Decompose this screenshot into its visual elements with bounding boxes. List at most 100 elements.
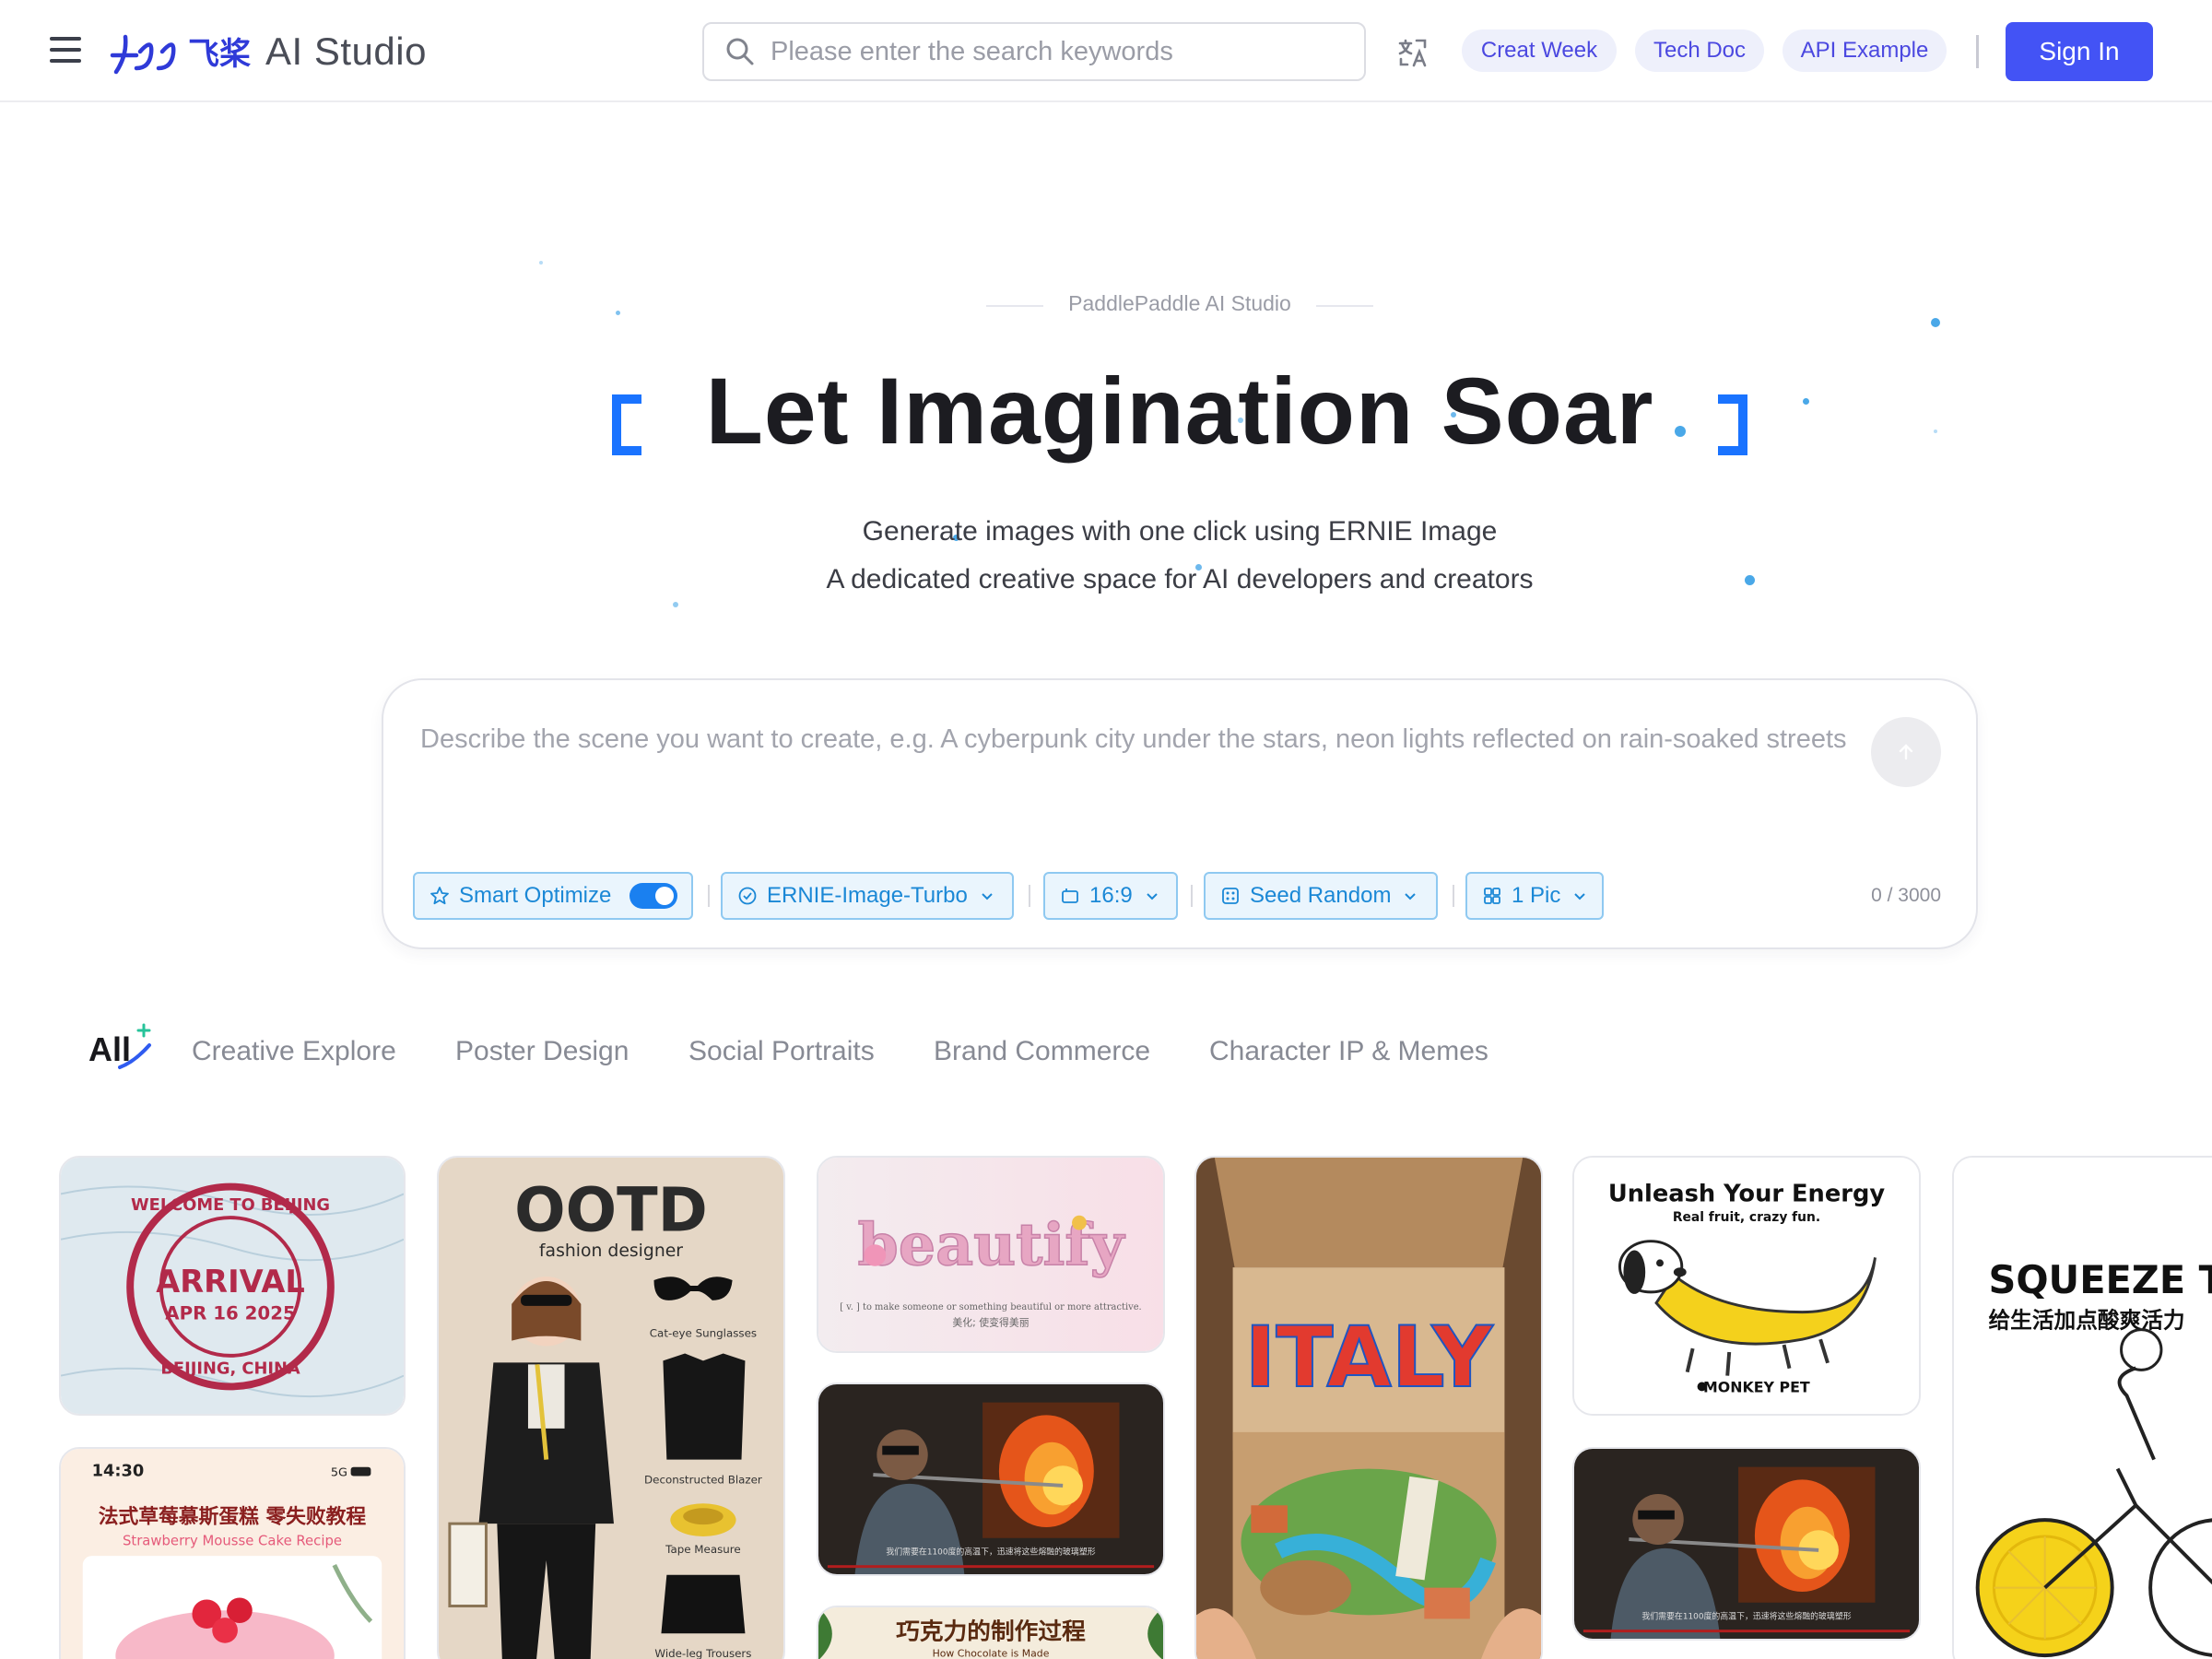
ootd-item-1: Cat-eye Sunglasses: [650, 1327, 757, 1340]
top-header: 飞桨 AI Studio Creat Week Tech Doc API Exa…: [0, 0, 2212, 102]
gallery-card-italy[interactable]: ITALY: [1194, 1156, 1543, 1659]
pic-count-value: 1 Pic: [1512, 883, 1561, 908]
recipe-image: 14:30 5G 法式草莓慕斯蛋糕 零失败教程 Strawberry Mouss…: [61, 1449, 404, 1659]
char-counter: 0 / 3000: [1871, 885, 1941, 906]
recipe-signal: 5G: [331, 1466, 347, 1480]
search-input[interactable]: [771, 36, 1324, 67]
tab-brand-commerce[interactable]: Brand Commerce: [934, 1036, 1150, 1067]
stamp-image: WELCOME TO BEIJING ARRIVAL APR 16 2025 B…: [61, 1158, 404, 1414]
smart-optimize-label: Smart Optimize: [459, 883, 612, 908]
ootd-subtitle: fashion designer: [539, 1241, 683, 1261]
hero-subtitle-2: A dedicated creative space for AI develo…: [826, 564, 1534, 594]
prompt-textarea[interactable]: [420, 717, 1877, 818]
search-box[interactable]: [702, 22, 1366, 81]
chevron-down-icon: [1147, 893, 1158, 900]
api-example-link[interactable]: API Example: [1783, 29, 1947, 72]
model-select[interactable]: ERNIE-Image-Turbo: [721, 872, 1014, 920]
tab-social-portraits[interactable]: Social Portraits: [688, 1036, 875, 1067]
beautify-definition: [ v. ] to make someone or something beau…: [840, 1302, 1141, 1312]
chocolate-title: 巧克力的制作过程: [896, 1618, 1086, 1644]
gallery-card-glassblower-2[interactable]: 我们需要在1100度的高温下，迅速将这些熔融的玻璃塑形: [1572, 1447, 1921, 1641]
decor-dot: [673, 602, 678, 607]
search-icon: [726, 38, 754, 65]
gallery-card-chocolate[interactable]: 巧克力的制作过程 How Chocolate is Made: [817, 1606, 1165, 1659]
chocolate-subtitle: How Chocolate is Made: [933, 1648, 1050, 1659]
energy-title: Unleash Your Energy: [1608, 1180, 1886, 1207]
smart-optimize-option[interactable]: Smart Optimize: [413, 872, 693, 920]
chevron-down-icon: [982, 893, 993, 900]
glass-caption-2: 我们需要在1100度的高温下，迅速将这些熔融的玻璃塑形: [1641, 1610, 1851, 1621]
gallery-card-beautify[interactable]: beautify [ v. ] to make someone or somet…: [817, 1156, 1165, 1353]
squeeze-image: SQUEEZE THE D 给生活加点酸爽活力: [1954, 1158, 2212, 1659]
gallery-card-glassblower[interactable]: 我们需要在1100度的高温下，迅速将这些熔融的玻璃塑形: [817, 1382, 1165, 1576]
logo-text: AI Studio: [265, 29, 427, 73]
ootd-title: OOTD: [514, 1175, 708, 1245]
italy-word: ITALY: [1244, 1308, 1493, 1406]
gallery-card-squeeze[interactable]: SQUEEZE THE D 给生活加点酸爽活力: [1952, 1156, 2212, 1659]
category-tabs: All Creative Explore Poster Design Socia…: [0, 1023, 2212, 1080]
model-value: ERNIE-Image-Turbo: [767, 883, 968, 908]
creat-week-link[interactable]: Creat Week: [1462, 29, 1617, 72]
aspect-ratio-select[interactable]: 16:9: [1043, 872, 1178, 920]
stamp-welcome: WELCOME TO BEIJING: [131, 1196, 330, 1215]
tab-creative-explore[interactable]: Creative Explore: [192, 1036, 396, 1067]
option-divider: [708, 885, 710, 907]
decor-dot: [1931, 318, 1940, 327]
ootd-item-4: Wide-leg Trousers: [654, 1647, 751, 1659]
prompt-panel: Smart Optimize ERNIE-Image-Turbo 16:9 Se…: [382, 678, 1978, 949]
glassblower-image: 我们需要在1100度的高温下，迅速将这些熔融的玻璃塑形: [818, 1384, 1163, 1574]
squeeze-cn: 给生活加点酸爽活力: [1988, 1308, 2184, 1334]
beautify-cn: 美化; 使变得美丽: [952, 1316, 1029, 1329]
gallery-card-ootd[interactable]: OOTD fashion designer Cat-eye Sunglasses…: [437, 1156, 785, 1659]
send-button[interactable]: [1871, 717, 1941, 787]
arrow-up-icon: [1899, 744, 1913, 760]
tech-doc-link[interactable]: Tech Doc: [1635, 29, 1764, 72]
glass-caption: 我们需要在1100度的高温下，迅速将这些熔融的玻璃塑形: [886, 1546, 1095, 1557]
energy-tagline: Real fruit, crazy fun.: [1673, 1210, 1820, 1225]
translate-icon[interactable]: [1397, 37, 1429, 68]
tab-character-ip-memes[interactable]: Character IP & Memes: [1209, 1036, 1488, 1067]
frame-icon: [1062, 888, 1078, 903]
hero-eyebrow: PaddlePaddle AI Studio: [986, 291, 1373, 316]
hamburger-menu-icon[interactable]: [50, 37, 81, 65]
smart-optimize-toggle[interactable]: [629, 883, 678, 909]
check-circle-icon: [738, 887, 757, 905]
option-divider: [1453, 885, 1454, 907]
ootd-image: OOTD fashion designer Cat-eye Sunglasses…: [439, 1158, 783, 1659]
ootd-item-2: Deconstructed Blazer: [644, 1473, 762, 1486]
decor-dot: [1745, 575, 1755, 585]
star-icon: [430, 887, 449, 905]
stamp-date: APR 16 2025: [165, 1303, 295, 1324]
gallery-card-energy[interactable]: Unleash Your Energy Real fruit, crazy fu…: [1572, 1156, 1921, 1416]
decor-dot: [1934, 429, 1937, 433]
grid-icon: [1484, 888, 1500, 904]
dice-icon: [1222, 888, 1239, 904]
hero-title: Let Imagination Soar: [705, 359, 1654, 464]
stamp-city: BEIJING, CHINA: [160, 1360, 300, 1379]
energy-image: Unleash Your Energy Real fruit, crazy fu…: [1574, 1158, 1919, 1414]
squeeze-title: SQUEEZE THE D: [1988, 1257, 2212, 1302]
tab-poster-design[interactable]: Poster Design: [455, 1036, 629, 1067]
chevron-down-icon: [1574, 893, 1586, 900]
sign-in-button[interactable]: Sign In: [2006, 22, 2153, 81]
option-divider: [1191, 885, 1193, 907]
sparkle-icon: [118, 1023, 151, 1069]
chevron-down-icon: [1405, 893, 1417, 900]
pic-count-select[interactable]: 1 Pic: [1465, 872, 1604, 920]
gallery-card-recipe[interactable]: 14:30 5G 法式草莓慕斯蛋糕 零失败教程 Strawberry Mouss…: [59, 1447, 406, 1659]
seed-select[interactable]: Seed Random: [1204, 872, 1438, 920]
header-divider: [1976, 35, 1979, 68]
italy-image: ITALY: [1196, 1158, 1541, 1659]
stamp-arrival: ARRIVAL: [156, 1264, 305, 1300]
paddle-logo-icon: 飞桨: [110, 34, 251, 75]
recipe-title: 法式草莓慕斯蛋糕 零失败教程: [99, 1505, 367, 1529]
ratio-value: 16:9: [1089, 883, 1133, 908]
tab-all[interactable]: All: [88, 1023, 151, 1069]
decor-dot: [539, 261, 543, 265]
gallery-card-stamp[interactable]: WELCOME TO BEIJING ARRIVAL APR 16 2025 B…: [59, 1156, 406, 1416]
ootd-item-3: Tape Measure: [665, 1543, 741, 1556]
decor-dot: [1803, 398, 1809, 405]
decor-dot: [616, 311, 620, 315]
logo[interactable]: 飞桨 AI Studio: [109, 24, 427, 79]
hero-subtitle-1: Generate images with one click using ERN…: [862, 516, 1498, 547]
